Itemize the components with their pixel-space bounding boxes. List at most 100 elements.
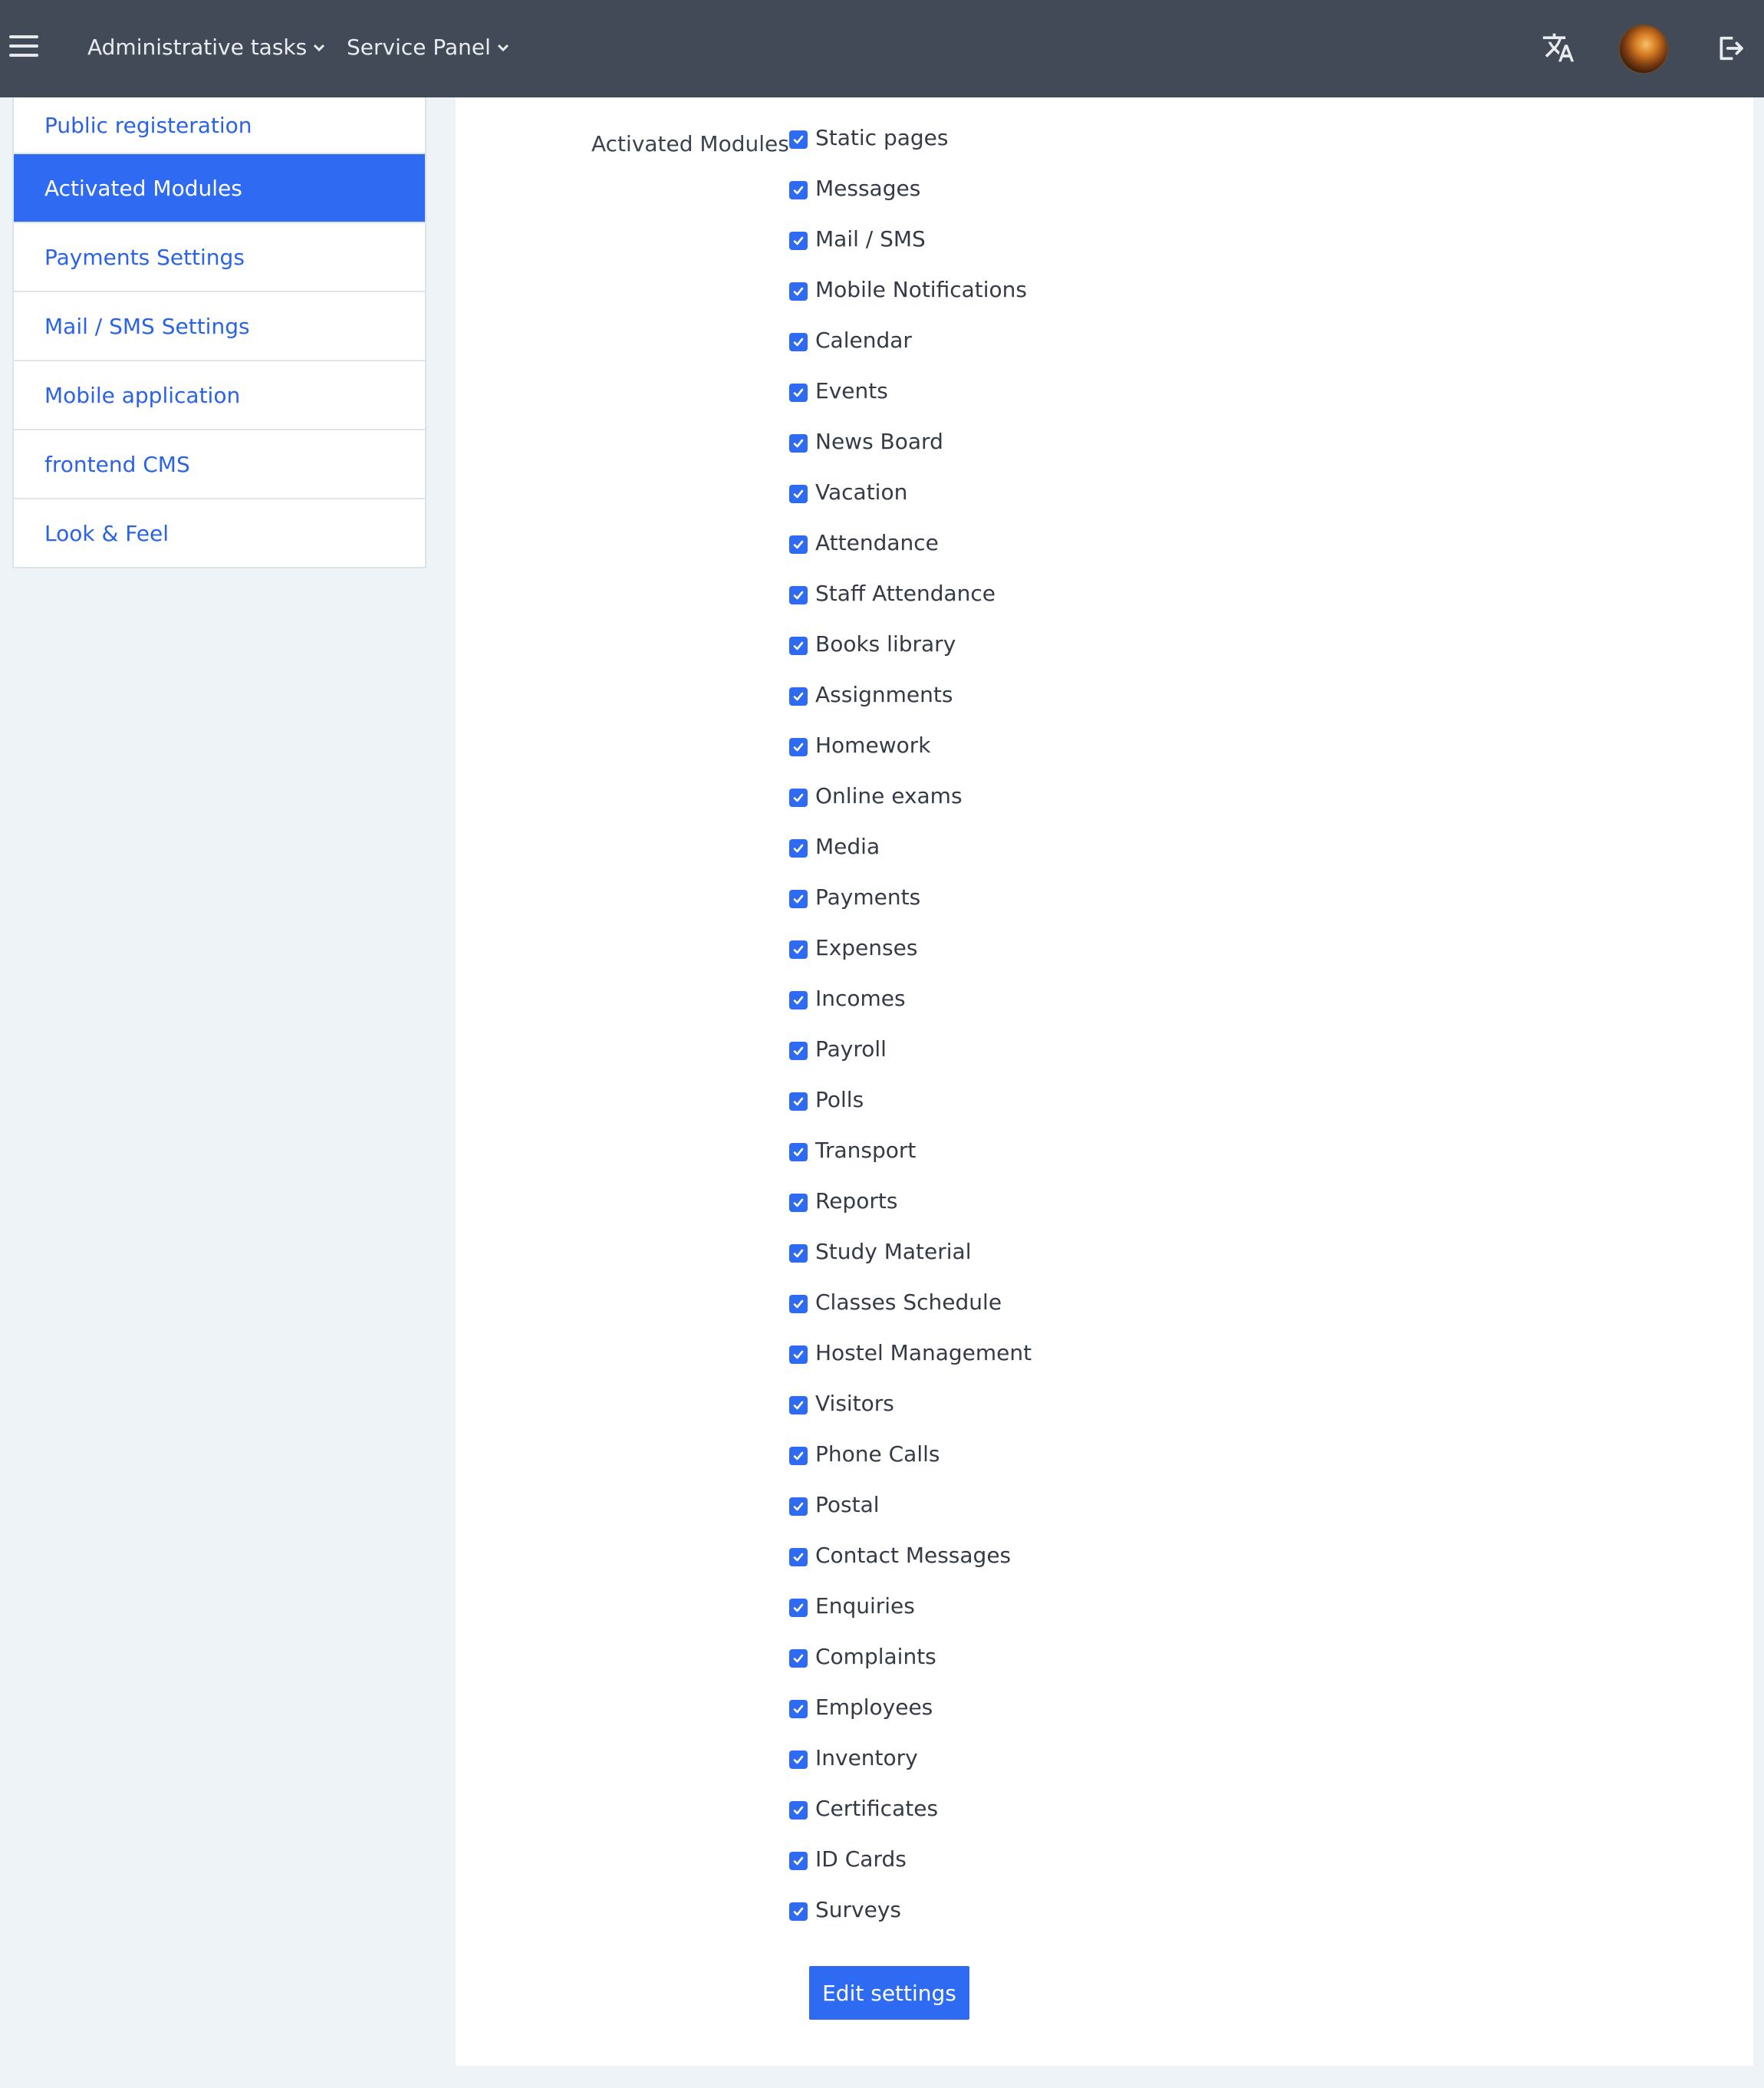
module-checkbox-row[interactable]: Polls	[789, 1085, 1032, 1135]
module-checkbox[interactable]	[789, 384, 808, 402]
module-checkbox-label: Reports	[815, 1188, 898, 1214]
nav-administrative-tasks[interactable]: Administrative tasks	[87, 32, 325, 63]
module-checkbox[interactable]	[789, 1599, 808, 1617]
module-checkbox[interactable]	[789, 333, 808, 351]
module-checkbox[interactable]	[789, 687, 808, 706]
sidebar-item[interactable]: Activated Modules	[14, 153, 425, 222]
module-checkbox[interactable]	[789, 839, 808, 858]
module-checkbox-row[interactable]: Payroll	[789, 1034, 1032, 1085]
module-checkbox[interactable]	[789, 434, 808, 453]
check-icon	[793, 1907, 804, 1916]
module-checkbox[interactable]	[789, 130, 808, 149]
module-checkbox-row[interactable]: Visitors	[789, 1388, 1032, 1439]
module-checkbox-row[interactable]: Phone Calls	[789, 1439, 1032, 1490]
module-checkbox-label: Inventory	[815, 1745, 918, 1770]
module-checkbox[interactable]	[789, 535, 808, 554]
module-checkbox-row[interactable]: Staff Attendance	[789, 578, 1032, 629]
module-checkbox[interactable]	[789, 282, 808, 301]
module-checkbox-row[interactable]: Employees	[789, 1692, 1032, 1743]
sidebar-item[interactable]: Payments Settings	[14, 222, 425, 291]
module-checkbox-row[interactable]: Payments	[789, 882, 1032, 933]
module-checkbox-row[interactable]: Vacation	[789, 477, 1032, 528]
module-checkbox[interactable]	[789, 1396, 808, 1415]
edit-settings-button[interactable]: Edit settings	[809, 1966, 969, 2020]
module-checkbox-row[interactable]: Online exams	[789, 781, 1032, 832]
module-checkbox[interactable]	[789, 890, 808, 908]
module-checkbox-row[interactable]: ID Cards	[789, 1844, 1032, 1895]
sidebar-item[interactable]: Mail / SMS Settings	[14, 291, 425, 360]
module-checkbox[interactable]	[789, 1700, 808, 1718]
module-checkbox-row[interactable]: Homework	[789, 730, 1032, 781]
module-checkbox-row[interactable]: Inventory	[789, 1743, 1032, 1793]
module-checkbox-row[interactable]: Incomes	[789, 983, 1032, 1034]
module-checkbox-label: Media	[815, 834, 880, 859]
module-checkbox-row[interactable]: Transport	[789, 1135, 1032, 1186]
module-checkbox[interactable]	[789, 940, 808, 959]
module-checkbox[interactable]	[789, 789, 808, 807]
module-checkbox[interactable]	[789, 1801, 808, 1820]
module-checkbox[interactable]	[789, 1548, 808, 1566]
module-checkbox[interactable]	[789, 1092, 808, 1111]
hamburger-icon[interactable]	[9, 35, 38, 61]
module-checkbox[interactable]	[789, 232, 808, 250]
module-checkbox-row[interactable]: Certificates	[789, 1793, 1032, 1844]
module-checkbox-label: Employees	[815, 1694, 933, 1720]
modules-checkbox-list: Static pages Messages Mail / SMS Mobile Not…	[789, 123, 1032, 1945]
module-checkbox-label: Polls	[815, 1087, 864, 1112]
module-checkbox-row[interactable]: Messages	[789, 173, 1032, 224]
module-checkbox-row[interactable]: Books library	[789, 629, 1032, 680]
module-checkbox-row[interactable]: Surveys	[789, 1895, 1032, 1945]
module-checkbox-row[interactable]: Static pages	[789, 123, 1032, 173]
module-checkbox-row[interactable]: News Board	[789, 426, 1032, 477]
module-checkbox-label: Payroll	[815, 1036, 887, 1062]
module-checkbox-row[interactable]: Postal	[789, 1490, 1032, 1540]
module-checkbox-row[interactable]: Mail / SMS	[789, 224, 1032, 275]
sidebar-item[interactable]: frontend CMS	[14, 429, 425, 498]
module-checkbox-row[interactable]: Mobile Notifications	[789, 275, 1032, 325]
module-checkbox[interactable]	[789, 1497, 808, 1516]
check-icon	[793, 844, 804, 853]
module-checkbox-row[interactable]: Expenses	[789, 933, 1032, 983]
module-checkbox[interactable]	[789, 181, 808, 199]
module-checkbox-row[interactable]: Attendance	[789, 528, 1032, 578]
module-checkbox-row[interactable]: Events	[789, 376, 1032, 426]
module-checkbox-row[interactable]: Study Material	[789, 1237, 1032, 1287]
module-checkbox[interactable]	[789, 1649, 808, 1668]
module-checkbox-row[interactable]: Assignments	[789, 680, 1032, 730]
module-checkbox[interactable]	[789, 991, 808, 1009]
translate-icon[interactable]	[1542, 31, 1575, 64]
module-checkbox-label: Messages	[815, 176, 921, 201]
module-checkbox[interactable]	[789, 1295, 808, 1313]
sidebar-item[interactable]: Look & Feel	[14, 498, 425, 567]
sidebar-item-label: Public registeration	[44, 112, 252, 138]
module-checkbox[interactable]	[789, 586, 808, 604]
module-checkbox[interactable]	[789, 1902, 808, 1921]
logout-icon[interactable]	[1715, 32, 1746, 64]
module-checkbox-row[interactable]: Classes Schedule	[789, 1287, 1032, 1338]
module-checkbox[interactable]	[789, 1447, 808, 1465]
check-icon	[793, 1401, 804, 1410]
module-checkbox[interactable]	[789, 1750, 808, 1769]
module-checkbox[interactable]	[789, 637, 808, 655]
module-checkbox-row[interactable]: Calendar	[789, 325, 1032, 376]
check-icon	[793, 1704, 804, 1714]
module-checkbox-row[interactable]: Contact Messages	[789, 1540, 1032, 1591]
sidebar-item[interactable]: Mobile application	[14, 360, 425, 429]
module-checkbox[interactable]	[789, 1194, 808, 1212]
avatar[interactable]	[1620, 25, 1667, 73]
module-checkbox-row[interactable]: Hostel Management	[789, 1338, 1032, 1388]
top-navbar: Administrative tasks Service Panel	[0, 0, 1764, 97]
module-checkbox[interactable]	[789, 1852, 808, 1870]
module-checkbox-row[interactable]: Complaints	[789, 1642, 1032, 1692]
module-checkbox[interactable]	[789, 485, 808, 503]
module-checkbox[interactable]	[789, 1042, 808, 1060]
module-checkbox-row[interactable]: Reports	[789, 1186, 1032, 1237]
module-checkbox-row[interactable]: Enquiries	[789, 1591, 1032, 1642]
module-checkbox[interactable]	[789, 1244, 808, 1263]
sidebar-item[interactable]: Public registeration	[14, 97, 425, 153]
nav-service-panel[interactable]: Service Panel	[347, 32, 509, 63]
module-checkbox[interactable]	[789, 738, 808, 756]
module-checkbox[interactable]	[789, 1345, 808, 1364]
module-checkbox-row[interactable]: Media	[789, 832, 1032, 882]
module-checkbox[interactable]	[789, 1143, 808, 1161]
